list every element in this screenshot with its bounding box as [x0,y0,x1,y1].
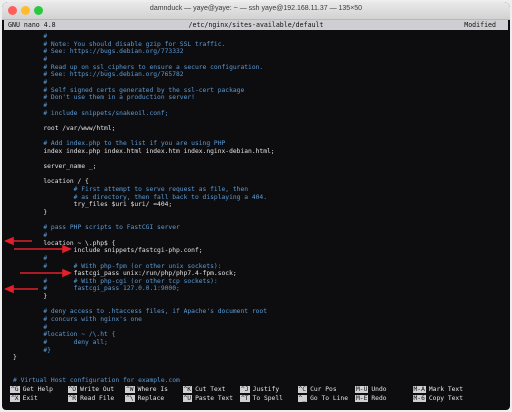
code-line[interactable]: #} [13,347,51,355]
shortcut-item[interactable]: ^G Get Help [10,386,53,394]
shortcut-key: ^\ [125,395,135,402]
shortcut-label: Undo [371,386,387,393]
shortcut-label: Justify [252,386,280,393]
shortcut-item[interactable]: M-E Redo [355,395,387,403]
shortcut-label: Get Help [22,386,53,393]
shortcut-key: ^K [182,386,193,393]
shortcut-key: ^X [10,395,20,402]
shortcut-item[interactable]: ^W Where Is [125,386,168,394]
shortcut-item[interactable]: ^T To Spell [240,395,283,403]
shortcut-label: Redo [371,395,387,402]
shortcut-key: ^U [182,395,193,402]
modified-status: Modified [464,21,496,29]
shortcut-key: ^T [240,395,250,402]
terminal-window: damnduck — yaye@yaye: ~ — ssh yaye@192.1… [2,2,510,410]
shortcut-key: ^J [240,386,250,393]
shortcut-key: M-6 [412,395,426,402]
code-line[interactable]: } [13,293,47,301]
title-bar[interactable]: damnduck — yaye@yaye: ~ — ssh yaye@192.1… [2,2,510,20]
shortcut-label: Mark Text [428,386,463,393]
shortcut-label: Where Is [137,386,168,393]
shortcut-key: ^O [67,386,78,393]
shortcut-label: Write Out [80,386,115,393]
editor-text-area[interactable]: # # Note: You should disable gzip for SS… [13,33,505,385]
shortcut-key: M-U [355,386,369,393]
shortcut-item[interactable]: M-A Mark Text [412,386,463,394]
code-line[interactable]: # Virtual Host configuration for example… [13,377,180,385]
shortcut-label: Cur Pos [310,386,337,393]
shortcut-item[interactable]: ^R Read File [67,395,115,403]
code-line[interactable]: } [13,209,47,217]
nano-header-bar: GNU nano 4.8 /etc/nginx/sites-available/… [4,20,508,30]
shortcut-label: To Spell [252,395,283,402]
shortcut-item[interactable]: ^O Write Out [67,386,115,394]
window-title: damnduck — yaye@yaye: ~ — ssh yaye@192.1… [149,5,363,12]
shortcut-key: M-A [412,386,426,393]
shortcut-item[interactable]: ^K Cut Text [182,386,226,394]
shortcut-item[interactable]: ^U Paste Text [182,395,234,403]
code-line[interactable]: root /var/www/html; [13,125,115,133]
shortcut-item[interactable]: ^X Exit [10,395,38,403]
shortcut-label: Read File [80,395,115,402]
shortcut-key: ^W [125,386,135,393]
code-line[interactable]: } [13,354,17,362]
shortcut-key: ^R [67,395,78,402]
file-path: /etc/nginx/sites-available/default [188,21,324,29]
shortcut-item[interactable]: M-U Undo [355,386,387,394]
shortcut-item[interactable]: M-6 Copy Text [412,395,463,403]
code-line[interactable]: server_name _; [13,163,96,171]
shortcut-key: M-E [355,395,369,402]
shortcut-key: ^G [10,386,20,393]
shortcut-item[interactable]: ^C Cur Pos [297,386,337,394]
shortcut-label: Copy Text [428,395,463,402]
shortcut-item[interactable]: ^J Justify [240,386,279,394]
shortcut-label: Replace [137,395,165,402]
code-line[interactable]: # include snippets/snakeoil.conf; [13,110,168,118]
shortcut-label: Go To Line [310,395,349,402]
shortcut-item[interactable]: ^\ Replace [125,395,164,403]
shortcut-item[interactable]: ^_ Go To Line [297,395,349,403]
shortcut-bar: ^G Get Help ^O Write Out ^W Where Is ^K Cut Tex… [4,386,508,408]
code-line[interactable]: index index.php index.html index.htm ind… [13,148,274,156]
shortcut-label: Paste Text [195,395,234,402]
shortcut-key: ^C [297,386,308,393]
shortcut-label: Cut Text [195,386,226,393]
shortcut-key: ^_ [297,395,308,402]
shortcut-label: Exit [22,395,38,402]
